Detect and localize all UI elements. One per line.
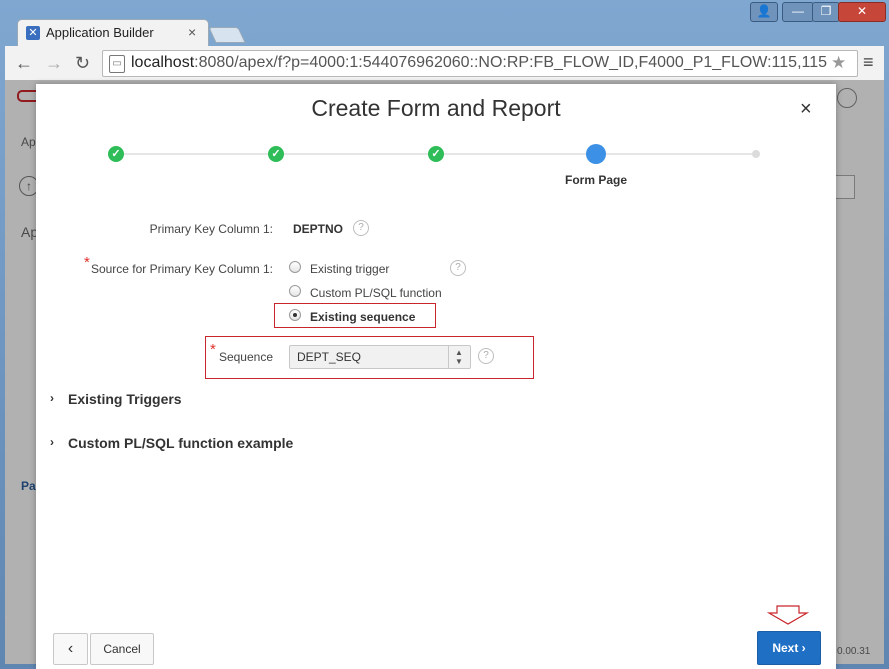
step-4-current bbox=[586, 144, 606, 164]
radio-existing-trigger[interactable] bbox=[289, 261, 301, 273]
sequence-select[interactable]: DEPT_SEQ ▲ ▼ bbox=[289, 345, 471, 369]
browser-tab[interactable]: ✕ Application Builder × bbox=[17, 19, 209, 47]
apex-tab-icon: ✕ bbox=[26, 26, 40, 40]
address-bar[interactable]: ▭ localhost:8080/apex/f?p=4000:1:5440769… bbox=[102, 50, 858, 77]
browser-toolbar: ← → ↻ ▭ localhost:8080/apex/f?p=4000:1:5… bbox=[5, 46, 884, 81]
radio-existing-sequence-label[interactable]: Existing sequence bbox=[310, 310, 415, 324]
step-1-check-icon: ✓ bbox=[108, 146, 124, 162]
custom-plsql-example-toggle[interactable]: Custom PL/SQL function example bbox=[68, 435, 293, 451]
sequence-select-value: DEPT_SEQ bbox=[297, 350, 362, 364]
existing-triggers-toggle[interactable]: Existing Triggers bbox=[68, 391, 182, 407]
source-help-icon[interactable]: ? bbox=[450, 260, 466, 276]
next-button[interactable]: Next › bbox=[757, 631, 821, 665]
source-label: Source for Primary Key Column 1: bbox=[90, 262, 273, 276]
step-4-label: Form Page bbox=[565, 173, 628, 187]
radio-existing-trigger-label[interactable]: Existing trigger bbox=[310, 262, 389, 276]
bookmark-star-icon[interactable]: ★ bbox=[831, 53, 846, 73]
minimize-button[interactable]: — bbox=[782, 2, 814, 22]
tab-close-icon[interactable]: × bbox=[188, 24, 196, 40]
browser-menu-icon[interactable]: ≡ bbox=[863, 52, 874, 73]
close-window-button[interactable]: ✕ bbox=[838, 2, 886, 22]
sequence-label: Sequence bbox=[218, 350, 273, 364]
radio-custom-plsql-label[interactable]: Custom PL/SQL function bbox=[310, 286, 442, 300]
chevron-right-icon[interactable]: › bbox=[50, 391, 54, 405]
user-icon[interactable]: 👤 bbox=[750, 2, 778, 22]
dialog-title: Create Form and Report bbox=[311, 95, 561, 121]
previous-button[interactable]: ‹ bbox=[53, 633, 88, 665]
pk-value: DEPTNO bbox=[293, 222, 344, 236]
sequence-required-marker: * bbox=[210, 341, 216, 358]
page-icon: ▭ bbox=[109, 55, 125, 73]
url-text: localhost:8080/apex/f?p=4000:1:544076962… bbox=[131, 54, 828, 71]
sequence-help-icon[interactable]: ? bbox=[478, 348, 494, 364]
step-2-check-icon: ✓ bbox=[268, 146, 284, 162]
select-arrows-icon: ▲ ▼ bbox=[448, 346, 469, 368]
create-form-report-dialog: Create Form and Report × ✓ ✓ ✓ Form Page… bbox=[36, 84, 836, 669]
down-arrow-indicator-icon bbox=[767, 605, 809, 625]
step-3-check-icon: ✓ bbox=[428, 146, 444, 162]
back-arrow-icon[interactable]: ← bbox=[15, 53, 33, 74]
maximize-button[interactable]: ❐ bbox=[812, 2, 840, 22]
chevron-right-icon[interactable]: › bbox=[50, 435, 54, 449]
step-5-future bbox=[752, 150, 760, 158]
pk-help-icon[interactable]: ? bbox=[353, 220, 369, 236]
close-icon[interactable]: × bbox=[800, 98, 812, 121]
tab-title: Application Builder bbox=[46, 25, 154, 40]
radio-custom-plsql[interactable] bbox=[289, 285, 301, 297]
cancel-button[interactable]: Cancel bbox=[90, 633, 154, 665]
radio-existing-sequence[interactable] bbox=[289, 309, 301, 321]
reload-icon[interactable]: ↻ bbox=[75, 53, 90, 74]
pk-label: Primary Key Column 1: bbox=[149, 222, 273, 236]
forward-arrow-icon[interactable]: → bbox=[45, 53, 63, 74]
